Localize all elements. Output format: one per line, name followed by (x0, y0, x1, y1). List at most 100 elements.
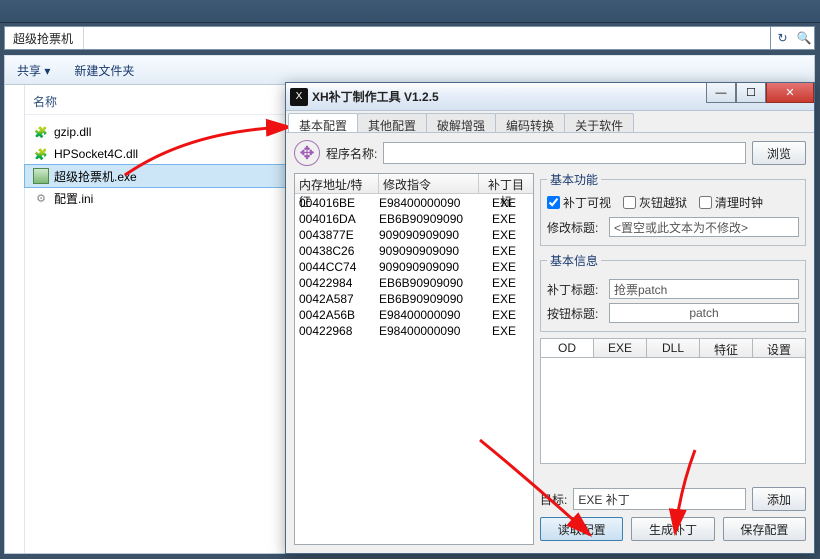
cell-tgt: EXE (479, 260, 533, 276)
target-icon: ✥ (294, 140, 320, 166)
minimize-button[interactable]: — (706, 83, 736, 103)
breadcrumb-seg[interactable]: 超级抢票机 (5, 27, 84, 49)
tool-title: XH补丁制作工具 V1.2.5 (312, 88, 439, 105)
program-name-label: 程序名称: (326, 145, 377, 162)
mini-tab-body (540, 358, 806, 464)
cell-op: E98400000090 (379, 196, 479, 212)
th-target[interactable]: 补丁目标 (479, 174, 533, 194)
th-address[interactable]: 内存地址/特征 (295, 174, 379, 194)
table-row[interactable]: 00422984EB6B90909090EXE (295, 276, 533, 292)
modify-title-label: 修改标题: (547, 219, 605, 236)
th-opcode[interactable]: 修改指令 (379, 174, 479, 194)
chk-gray-button-box[interactable] (623, 196, 636, 209)
button-title-label: 按钮标题: (547, 305, 605, 322)
file-name: HPSocket4C.dll (54, 147, 138, 161)
dll-file-icon (33, 124, 49, 140)
cell-op: 909090909090 (379, 260, 479, 276)
app-icon: X (290, 88, 308, 106)
cell-tgt: EXE (479, 244, 533, 260)
refresh-icon[interactable]: ↻ (770, 27, 794, 49)
cell-op: E98400000090 (379, 308, 479, 324)
patch-title-label: 补丁标题: (547, 281, 605, 298)
table-row[interactable]: 00438C26909090909090EXE (295, 244, 533, 260)
mini-tab-EXE[interactable]: EXE (594, 339, 647, 357)
basic-func-group: 基本功能 补丁可视 灰钮越狱 清理时钟 修改标题: (540, 171, 806, 246)
cell-op: E98400000090 (379, 324, 479, 340)
cell-addr: 0044CC74 (295, 260, 379, 276)
tab-3[interactable]: 编码转换 (495, 113, 565, 132)
tab-2[interactable]: 破解增强 (426, 113, 496, 132)
table-row[interactable]: 0042A56BE98400000090EXE (295, 308, 533, 324)
target-input[interactable] (573, 488, 746, 510)
nav-pane (5, 85, 25, 553)
ini-file-icon (33, 190, 49, 206)
tab-1[interactable]: 其他配置 (357, 113, 427, 132)
cell-addr: 0042A56B (295, 308, 379, 324)
tab-strip: 基本配置其他配置破解增强编码转换关于软件 (286, 111, 814, 133)
program-name-input[interactable] (383, 142, 746, 164)
cell-addr: 0042A587 (295, 292, 379, 308)
mini-tab-设置[interactable]: 设置 (753, 339, 805, 357)
right-panel: 基本功能 补丁可视 灰钮越狱 清理时钟 修改标题: 基本信息 补丁标题: (540, 171, 806, 545)
chk-clear-timer-box[interactable] (699, 196, 712, 209)
cell-addr: 004016DA (295, 212, 379, 228)
chk-patch-visible-box[interactable] (547, 196, 560, 209)
explorer-titlebar (0, 0, 820, 23)
cell-op: 909090909090 (379, 244, 479, 260)
browse-button[interactable]: 浏览 (752, 141, 806, 165)
cell-op: EB6B90909090 (379, 276, 479, 292)
cell-addr: 004016BE (295, 196, 379, 212)
file-name: 配置.ini (54, 190, 93, 207)
tool-window: X XH补丁制作工具 V1.2.5 — ☐ ✕ 基本配置其他配置破解增强编码转换… (285, 82, 815, 554)
table-row[interactable]: 0042A587EB6B90909090EXE (295, 292, 533, 308)
cell-tgt: EXE (479, 276, 533, 292)
cell-op: 909090909090 (379, 228, 479, 244)
tab-body: ✥ 程序名称: 浏览 内存地址/特征 修改指令 补丁目标 004016BEE98… (288, 135, 812, 551)
toolbar-share[interactable]: 共享 ▾ (5, 56, 62, 84)
modify-title-input[interactable] (609, 217, 799, 237)
basic-func-legend: 基本功能 (547, 171, 601, 188)
chk-patch-visible[interactable]: 补丁可视 (547, 194, 611, 211)
add-button[interactable]: 添加 (752, 487, 806, 511)
toolbar-new-folder[interactable]: 新建文件夹 (62, 56, 146, 84)
cell-addr: 00438C26 (295, 244, 379, 260)
cell-tgt: EXE (479, 324, 533, 340)
chk-gray-button[interactable]: 灰钮越狱 (623, 194, 687, 211)
cell-tgt: EXE (479, 292, 533, 308)
exe-file-icon (33, 168, 49, 184)
read-config-button[interactable]: 读取配置 (540, 517, 623, 541)
file-name: 超级抢票机.exe (54, 168, 137, 185)
close-button[interactable]: ✕ (766, 83, 814, 103)
cell-op: EB6B90909090 (379, 292, 479, 308)
cell-tgt: EXE (479, 212, 533, 228)
button-title-input[interactable] (609, 303, 799, 323)
target-label: 目标: (540, 491, 567, 508)
table-row[interactable]: 004016BEE98400000090EXE (295, 196, 533, 212)
dll-file-icon (33, 146, 49, 162)
breadcrumb[interactable]: 超级抢票机 ↻ 🔍 (4, 26, 815, 50)
table-row[interactable]: 00422968E98400000090EXE (295, 324, 533, 340)
explorer-toolbar: 共享 ▾ 新建文件夹 (4, 55, 815, 85)
table-row[interactable]: 0044CC74909090909090EXE (295, 260, 533, 276)
basic-info-group: 基本信息 补丁标题: 按钮标题: (540, 252, 806, 332)
table-row[interactable]: 004016DAEB6B90909090EXE (295, 212, 533, 228)
save-config-button[interactable]: 保存配置 (723, 517, 806, 541)
table-row[interactable]: 0043877E909090909090EXE (295, 228, 533, 244)
patch-title-input[interactable] (609, 279, 799, 299)
mini-tab-DLL[interactable]: DLL (647, 339, 700, 357)
cell-addr: 0043877E (295, 228, 379, 244)
maximize-button[interactable]: ☐ (736, 83, 766, 103)
tab-4[interactable]: 关于软件 (564, 113, 634, 132)
search-icon[interactable]: 🔍 (794, 31, 814, 45)
cell-addr: 00422968 (295, 324, 379, 340)
chk-clear-timer[interactable]: 清理时钟 (699, 194, 763, 211)
tab-0[interactable]: 基本配置 (288, 113, 358, 132)
cell-tgt: EXE (479, 196, 533, 212)
cell-tgt: EXE (479, 228, 533, 244)
tool-titlebar[interactable]: X XH补丁制作工具 V1.2.5 — ☐ ✕ (286, 83, 814, 111)
patch-table[interactable]: 内存地址/特征 修改指令 补丁目标 004016BEE98400000090EX… (294, 173, 534, 545)
mini-tab-OD[interactable]: OD (541, 339, 594, 357)
cell-tgt: EXE (479, 308, 533, 324)
generate-patch-button[interactable]: 生成补丁 (631, 517, 714, 541)
mini-tab-特征[interactable]: 特征 (700, 339, 753, 357)
